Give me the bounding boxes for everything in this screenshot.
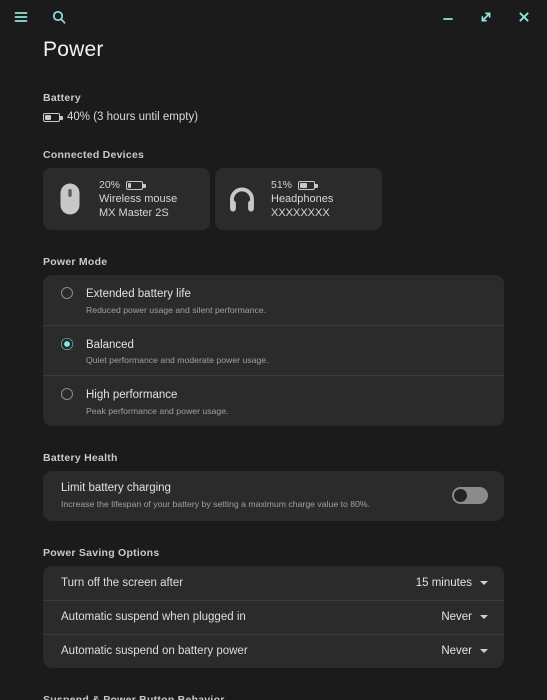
device-battery-wireless-mouse: 20% bbox=[99, 179, 177, 191]
hamburger-menu-icon[interactable] bbox=[12, 8, 30, 26]
battery-icon bbox=[298, 181, 315, 190]
section-heading-power-mode: Power Mode bbox=[43, 256, 504, 268]
chevron-down-icon bbox=[480, 615, 488, 619]
limit-battery-charging-row[interactable]: Limit battery charging Increase the life… bbox=[43, 471, 504, 521]
option-title: Balanced bbox=[86, 339, 134, 351]
connected-devices-list: 20% Wireless mouse MX Master 2S 51% bbox=[43, 168, 504, 230]
dropdown-value: Never bbox=[441, 611, 472, 623]
device-battery-text: 51% bbox=[271, 179, 292, 191]
device-info-headphones: 51% Headphones XXXXXXXX bbox=[271, 179, 333, 219]
maximize-icon[interactable] bbox=[477, 8, 495, 26]
minimize-icon[interactable] bbox=[439, 8, 457, 26]
search-icon[interactable] bbox=[50, 8, 68, 26]
option-title: High performance bbox=[86, 389, 177, 401]
power-mode-option-high-performance[interactable]: High performance Peak performance and po… bbox=[43, 375, 504, 426]
row-automatic-suspend-when-plugged-in[interactable]: Automatic suspend when plugged in Never bbox=[43, 600, 504, 634]
battery-status-text: 40% (3 hours until empty) bbox=[67, 111, 198, 123]
power-mode-option-text: High performance Peak performance and po… bbox=[86, 385, 228, 417]
row-turn-off-the-screen-after[interactable]: Turn off the screen after 15 minutes bbox=[43, 566, 504, 600]
page-content: Power Battery 40% (3 hours until empty) … bbox=[0, 38, 547, 700]
power-mode-option-extended-battery-life[interactable]: Extended battery life Reduced power usag… bbox=[43, 275, 504, 325]
row-automatic-suspend-on-battery-power[interactable]: Automatic suspend on battery power Never bbox=[43, 634, 504, 668]
battery-icon bbox=[126, 181, 143, 190]
radio-balanced[interactable] bbox=[61, 338, 73, 350]
title-bar-left-controls bbox=[12, 8, 68, 26]
device-card-headphones[interactable]: 51% Headphones XXXXXXXX bbox=[215, 168, 382, 230]
radio-high-performance[interactable] bbox=[61, 388, 73, 400]
headphones-icon bbox=[229, 184, 255, 214]
row-label: Turn off the screen after bbox=[61, 577, 416, 589]
dropdown-value: Never bbox=[441, 645, 472, 657]
option-description: Reduced power usage and silent performan… bbox=[86, 304, 266, 316]
power-mode-option-balanced[interactable]: Balanced Quiet performance and moderate … bbox=[43, 325, 504, 376]
device-battery-text: 20% bbox=[99, 179, 120, 191]
option-description: Peak performance and power usage. bbox=[86, 405, 228, 417]
power-mode-option-text: Balanced Quiet performance and moderate … bbox=[86, 335, 269, 367]
device-card-wireless-mouse[interactable]: 20% Wireless mouse MX Master 2S bbox=[43, 168, 210, 230]
option-title: Extended battery life bbox=[86, 288, 191, 300]
chevron-down-icon bbox=[480, 649, 488, 653]
device-name: Wireless mouse bbox=[99, 193, 177, 205]
device-battery-headphones: 51% bbox=[271, 179, 333, 191]
battery-health-card: Limit battery charging Increase the life… bbox=[43, 471, 504, 521]
section-heading-suspend-power-button-behavior: Suspend & Power Button Behavior bbox=[43, 694, 504, 700]
page-title: Power bbox=[43, 38, 504, 62]
battery-status-line: 40% (3 hours until empty) bbox=[43, 111, 504, 123]
mouse-icon bbox=[57, 182, 83, 216]
close-icon[interactable] bbox=[515, 8, 533, 26]
dropdown-turn-off-the-screen-after[interactable]: 15 minutes bbox=[416, 577, 488, 589]
dropdown-value: 15 minutes bbox=[416, 577, 472, 589]
chevron-down-icon bbox=[480, 581, 488, 585]
option-description: Increase the lifespan of your battery by… bbox=[61, 498, 452, 510]
power-saving-options-card: Turn off the screen after 15 minutes Aut… bbox=[43, 566, 504, 668]
section-heading-connected-devices: Connected Devices bbox=[43, 149, 504, 161]
limit-battery-charging-text: Limit battery charging Increase the life… bbox=[61, 481, 452, 510]
power-mode-card: Extended battery life Reduced power usag… bbox=[43, 275, 504, 426]
device-model: MX Master 2S bbox=[99, 207, 177, 219]
window-controls bbox=[439, 8, 533, 26]
title-bar bbox=[0, 0, 547, 34]
row-label: Automatic suspend when plugged in bbox=[61, 611, 441, 623]
row-label: Automatic suspend on battery power bbox=[61, 645, 441, 657]
dropdown-automatic-suspend-on-battery-power[interactable]: Never bbox=[441, 645, 488, 657]
radio-extended-battery-life[interactable] bbox=[61, 287, 73, 299]
battery-icon bbox=[43, 113, 60, 122]
power-mode-option-text: Extended battery life Reduced power usag… bbox=[86, 284, 266, 316]
dropdown-automatic-suspend-when-plugged-in[interactable]: Never bbox=[441, 611, 488, 623]
device-name: Headphones bbox=[271, 193, 333, 205]
section-heading-battery: Battery bbox=[43, 92, 504, 104]
device-info-wireless-mouse: 20% Wireless mouse MX Master 2S bbox=[99, 179, 177, 219]
section-heading-battery-health: Battery Health bbox=[43, 452, 504, 464]
section-heading-power-saving-options: Power Saving Options bbox=[43, 547, 504, 559]
option-description: Quiet performance and moderate power usa… bbox=[86, 354, 269, 366]
device-model: XXXXXXXX bbox=[271, 207, 333, 219]
option-title: Limit battery charging bbox=[61, 481, 452, 497]
limit-battery-charging-toggle[interactable] bbox=[452, 487, 488, 504]
